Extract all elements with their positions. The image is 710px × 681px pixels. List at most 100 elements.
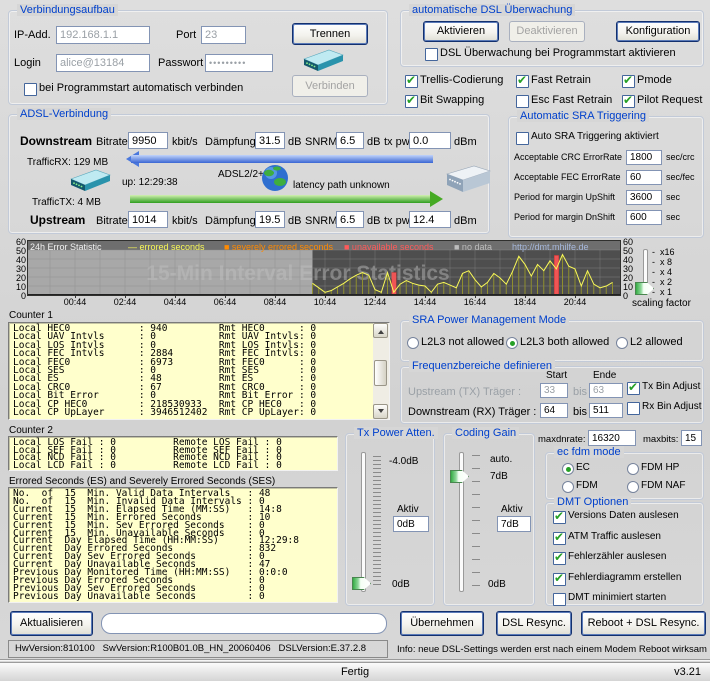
chart-legend: 24h Error Statistic— errored seconds■ se… bbox=[28, 242, 620, 252]
login-field[interactable] bbox=[56, 54, 150, 72]
counter2-box: Local LOS Fail : 0 Remote LOS Fail : 0 L… bbox=[8, 436, 338, 471]
radio-label-fdm[interactable]: FDM bbox=[576, 480, 598, 491]
checkbox-label-versions-daten-auslesen[interactable]: Versions Daten auslesen bbox=[568, 510, 679, 521]
deactivate-button[interactable]: Deaktivieren bbox=[509, 21, 585, 42]
configuration-button[interactable]: Konfiguration bbox=[616, 21, 700, 42]
reboot-resync-button[interactable]: Reboot + DSL Resync. bbox=[581, 611, 706, 636]
checkbox-fast-retrain[interactable] bbox=[516, 75, 529, 88]
radio-label-fdm-naf[interactable]: FDM NAF bbox=[641, 480, 685, 491]
coding-gain-slider-ticks bbox=[472, 455, 480, 587]
maxdnrate-field[interactable] bbox=[588, 430, 636, 446]
downstream-txpwr-field[interactable] bbox=[409, 132, 451, 149]
checkbox-label-auto-sra-triggering-aktiviert[interactable]: Auto SRA Triggering aktiviert bbox=[531, 131, 659, 142]
checkbox-esc-fast-retrain[interactable] bbox=[516, 95, 529, 108]
group-title-verbindungsaufbau: Verbindungsaufbau bbox=[17, 4, 118, 16]
checkbox-trellis-codierung[interactable] bbox=[405, 75, 418, 88]
checkbox-label-pmode[interactable]: Pmode bbox=[637, 74, 672, 86]
freq-ende-header: Ende bbox=[593, 370, 616, 381]
scroll-up-button[interactable] bbox=[373, 323, 388, 338]
checkbox-tx-bin-adjust[interactable] bbox=[627, 382, 640, 395]
checkbox-label-dmt-minimiert-starten[interactable]: DMT minimiert starten bbox=[568, 592, 666, 603]
checkbox-label-rx-bin-adjust[interactable]: Rx Bin Adjust bbox=[642, 401, 701, 412]
checkbox-bit-swapping[interactable] bbox=[405, 95, 418, 108]
checkbox-auto-sra-triggering-aktiviert[interactable] bbox=[516, 132, 529, 145]
checkbox-label-fast-retrain[interactable]: Fast Retrain bbox=[531, 74, 591, 86]
coding-gain-aktiv-field[interactable] bbox=[497, 516, 531, 532]
dsl-resync-button[interactable]: DSL Resync. bbox=[496, 611, 572, 636]
x-axis-label: 16:44 bbox=[460, 297, 490, 307]
checkbox-label-bit-swapping[interactable]: Bit Swapping bbox=[420, 94, 484, 106]
db-unit-down2: dB bbox=[367, 136, 380, 148]
downstream-bitrate-field[interactable] bbox=[128, 132, 168, 149]
refresh-button[interactable]: Aktualisieren bbox=[10, 611, 93, 636]
radio-ec[interactable] bbox=[562, 463, 574, 475]
upstream-bitrate-field[interactable] bbox=[128, 211, 168, 228]
checkbox-dmt-minimiert-starten[interactable] bbox=[553, 593, 566, 606]
radio-l2l3-not-allowed[interactable] bbox=[407, 337, 419, 349]
radio-l2l3-both-allowed[interactable] bbox=[506, 337, 518, 349]
freq-up-start-field[interactable] bbox=[540, 383, 568, 398]
coding-gain-aktiv-label: Aktiv bbox=[501, 504, 523, 515]
radio-fdm-naf[interactable] bbox=[627, 481, 639, 493]
tx-power-bottom-label: 0dB bbox=[392, 579, 410, 590]
checkbox-label-esc-fast-retrain[interactable]: Esc Fast Retrain bbox=[531, 94, 612, 106]
sra-field-period-for-margin-upshift[interactable] bbox=[626, 190, 662, 205]
freq-down-start-field[interactable] bbox=[540, 403, 568, 418]
upstream-daempfung-field[interactable] bbox=[255, 211, 285, 228]
radio-l2-allowed[interactable] bbox=[616, 337, 628, 349]
sra-field-period-for-margin-dnshift[interactable] bbox=[626, 210, 662, 225]
radio-label-l2-allowed[interactable]: L2 allowed bbox=[630, 336, 683, 348]
group-title-coding-gain: Coding Gain bbox=[452, 427, 519, 439]
checkbox-versions-daten-auslesen[interactable] bbox=[553, 511, 566, 524]
scroll-down-button[interactable] bbox=[373, 404, 388, 419]
checkbox-dsl-berwachung-bei-programmstart-aktivieren[interactable] bbox=[425, 48, 438, 61]
freq-bis-label1: bis bbox=[573, 386, 587, 398]
sra-field-acceptable-crc-errorrate[interactable] bbox=[626, 150, 662, 165]
checkbox-bei-programmstart-automatisch-verbinden[interactable] bbox=[24, 83, 37, 96]
freq-down-end-field[interactable] bbox=[589, 403, 623, 418]
upstream-txpwr-field[interactable] bbox=[409, 211, 451, 228]
group-title-sra-power-mode: SRA Power Management Mode bbox=[409, 314, 569, 326]
checkbox-label-pilot-request[interactable]: Pilot Request bbox=[637, 94, 702, 106]
port-field[interactable] bbox=[201, 26, 246, 44]
checkbox-label-fehlerz-hler-auslesen[interactable]: Fehlerzähler auslesen bbox=[568, 551, 666, 562]
tx-power-aktiv-field[interactable] bbox=[393, 516, 429, 532]
downstream-snrm-field[interactable] bbox=[336, 132, 364, 149]
radio-label-l2l3-not-allowed[interactable]: L2L3 not allowed bbox=[421, 336, 504, 348]
x-axis-tick bbox=[575, 295, 576, 298]
checkbox-label-fehlerdiagramm-erstellen[interactable]: Fehlerdiagramm erstellen bbox=[568, 572, 681, 583]
apply-button[interactable]: Übernehmen bbox=[400, 611, 484, 636]
connect-button[interactable]: Verbinden bbox=[292, 75, 368, 97]
checkbox-label-atm-traffic-auslesen[interactable]: ATM Traffic auslesen bbox=[568, 531, 661, 542]
scroll-thumb[interactable] bbox=[374, 360, 387, 386]
upstream-snrm-field[interactable] bbox=[336, 211, 364, 228]
radio-label-ec[interactable]: EC bbox=[576, 462, 590, 473]
checkbox-fehlerz-hler-auslesen[interactable] bbox=[553, 552, 566, 565]
maxdnrate-label: maxdnrate: bbox=[538, 434, 586, 445]
disconnect-button[interactable]: Trennen bbox=[292, 23, 368, 45]
checkbox-pilot-request[interactable] bbox=[622, 95, 635, 108]
x-axis-tick bbox=[425, 295, 426, 298]
downstream-daempfung-field[interactable] bbox=[255, 132, 285, 149]
password-field[interactable] bbox=[205, 54, 273, 72]
freq-up-end-field[interactable] bbox=[589, 383, 623, 398]
maxbits-field[interactable] bbox=[681, 430, 702, 446]
radio-fdm[interactable] bbox=[562, 481, 574, 493]
checkbox-label-bei-programmstart-automatisch-verbinden[interactable]: bei Programmstart automatisch verbinden bbox=[39, 82, 243, 94]
checkbox-pmode[interactable] bbox=[622, 75, 635, 88]
checkbox-label-tx-bin-adjust[interactable]: Tx Bin Adjust bbox=[642, 381, 700, 392]
checkbox-rx-bin-adjust[interactable] bbox=[627, 402, 640, 415]
tx-power-aktiv-label: Aktiv bbox=[397, 504, 419, 515]
checkbox-atm-traffic-auslesen[interactable] bbox=[553, 532, 566, 545]
ip-field[interactable] bbox=[56, 26, 150, 44]
x-axis-tick bbox=[375, 295, 376, 298]
radio-fdm-hp[interactable] bbox=[627, 463, 639, 475]
radio-label-l2l3-both-allowed[interactable]: L2L3 both allowed bbox=[520, 336, 609, 348]
checkbox-label-trellis-codierung[interactable]: Trellis-Codierung bbox=[420, 74, 503, 86]
sra-field-acceptable-fec-errorrate[interactable] bbox=[626, 170, 662, 185]
checkbox-label-dsl-berwachung-bei-programmstart-aktivieren[interactable]: DSL Überwachung bei Programmstart aktivi… bbox=[440, 47, 676, 59]
tx-power-slider-track[interactable] bbox=[361, 452, 366, 592]
radio-label-fdm-hp[interactable]: FDM HP bbox=[641, 462, 679, 473]
activate-button[interactable]: Aktivieren bbox=[423, 21, 499, 42]
checkbox-fehlerdiagramm-erstellen[interactable] bbox=[553, 573, 566, 586]
